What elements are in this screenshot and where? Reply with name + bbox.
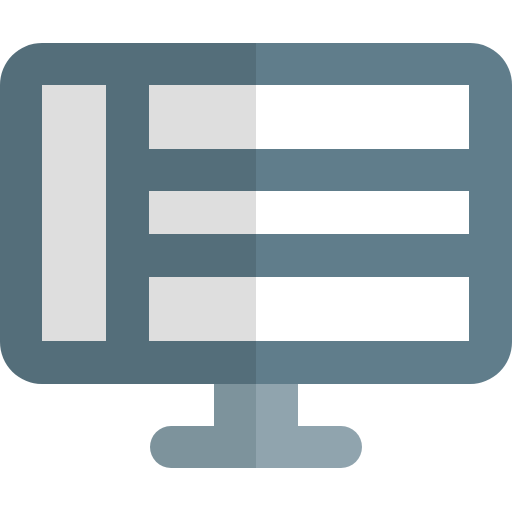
list-rows (149, 85, 469, 341)
list-row (149, 85, 469, 149)
list-row (149, 277, 469, 341)
list-row (149, 191, 469, 234)
icon-canvas (0, 0, 512, 512)
monitor-list-layout-icon (0, 43, 512, 468)
sidebar-panel (42, 85, 106, 341)
monitor-stand (150, 370, 362, 468)
